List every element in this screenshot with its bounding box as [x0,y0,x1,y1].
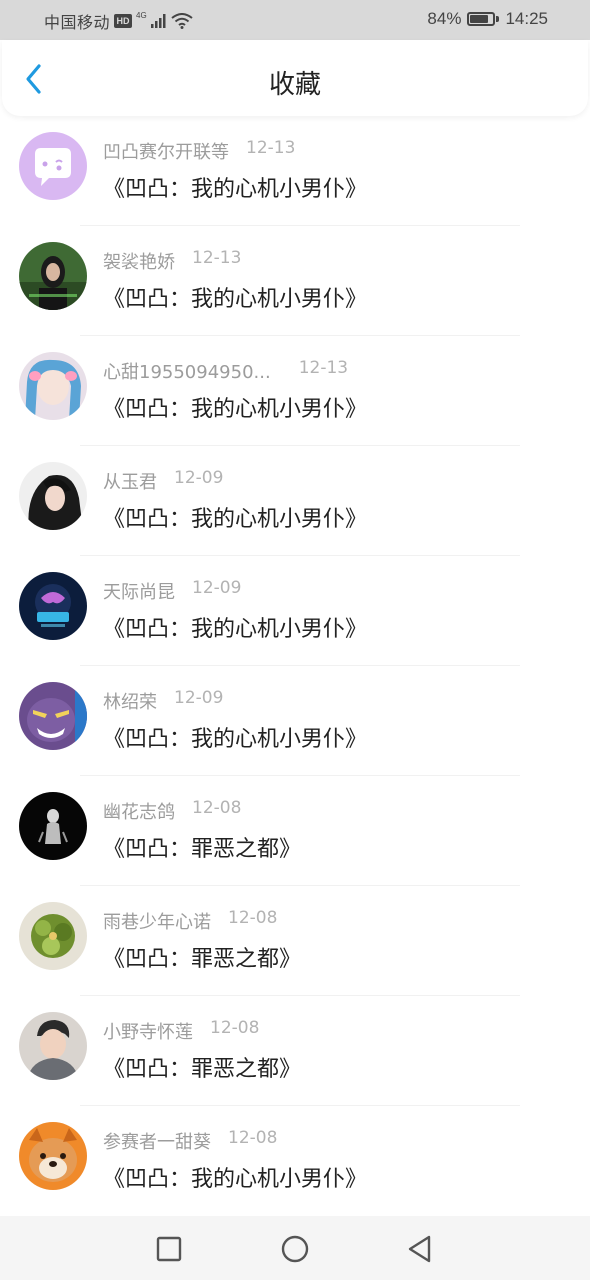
avatar[interactable] [19,1122,87,1190]
avatar[interactable] [19,462,87,530]
avatar-image [19,1122,87,1190]
author-name: 林绍荣 [103,692,157,713]
avatar-image [19,792,87,860]
author-name: 袈裟艳娇 [103,252,175,273]
item-date: 12-08 [210,1018,260,1038]
list-item[interactable]: 小野寺怀莲 12-08 《凹凸：罪恶之都》 [0,996,590,1106]
item-date: 12-08 [228,1128,278,1148]
book-title: 《凹凸：我的心机小男仆》 [103,507,368,532]
avatar-image [19,902,87,970]
wifi-icon [171,13,193,29]
item-date: 12-13 [192,248,242,268]
list-item[interactable]: 凹凸赛尔开联等 12-13 《凹凸：我的心机小男仆》 [0,116,590,226]
avatar[interactable] [19,792,87,860]
item-meta: 小野寺怀莲 12-08 [103,1018,259,1044]
avatar[interactable] [19,352,87,420]
avatar[interactable] [19,572,87,640]
author-name: 雨巷少年心诺 [103,912,211,933]
item-date: 12-09 [174,468,224,488]
avatar-image [19,242,87,310]
list-item[interactable]: 天际尚昆 12-09 《凹凸：我的心机小男仆》 [0,556,590,666]
author-name: 从玉君 [103,472,157,493]
item-meta: 参赛者一甜葵 12-08 [103,1128,277,1154]
list-item[interactable]: 袈裟艳娇 12-13 《凹凸：我的心机小男仆》 [0,226,590,336]
item-date: 12-09 [192,578,242,598]
author-name: 天际尚昆 [103,582,175,603]
item-date: 12-13 [246,138,296,158]
home-icon [281,1235,309,1263]
battery-percent: 84% [427,9,462,28]
item-meta: 幽花志鸽 12-08 [103,798,241,824]
avatar[interactable] [19,902,87,970]
list-item[interactable]: 林绍荣 12-09 《凹凸：我的心机小男仆》 [0,666,590,776]
page-title: 收藏 [268,70,321,100]
item-date: 12-08 [192,798,242,818]
clock: 14:25 [505,9,548,28]
chat-bubble-icon [19,132,87,200]
item-meta: 袈裟艳娇 12-13 [103,248,241,274]
list-item[interactable]: 雨巷少年心诺 12-08 《凹凸：罪恶之都》 [0,886,590,996]
item-meta: 雨巷少年心诺 12-08 [103,908,277,934]
author-name: 参赛者一甜葵 [103,1132,211,1153]
list-item[interactable]: 参赛者一甜葵 12-08 《凹凸：我的心机小男仆》 [0,1106,590,1216]
avatar-image [19,1012,87,1080]
list-item[interactable]: 从玉君 12-09 《凹凸：我的心机小男仆》 [0,446,590,556]
home-button[interactable] [280,1234,310,1264]
avatar[interactable] [19,1012,87,1080]
book-title: 《凹凸：罪恶之都》 [103,837,302,862]
avatar-image [19,682,87,750]
book-title: 《凹凸：我的心机小男仆》 [103,397,368,422]
avatar-image [19,352,87,420]
author-name: 幽花志鸽 [103,802,175,823]
item-date: 12-09 [174,688,224,708]
header-bar: 收藏 [2,40,588,116]
favorites-list: 凹凸赛尔开联等 12-13 《凹凸：我的心机小男仆》 袈裟艳娇 12-13 《凹… [0,116,590,1216]
book-title: 《凹凸：我的心机小男仆》 [103,1167,368,1192]
item-date: 12-08 [228,908,278,928]
item-date: 12-13 [298,358,349,378]
item-meta: 从玉君 12-09 [103,468,223,494]
back-icon [408,1235,431,1263]
signal-icon [150,14,166,28]
book-title: 《凹凸：我的心机小男仆》 [103,287,368,312]
back-nav-button[interactable] [405,1234,435,1264]
avatar-image [19,572,87,640]
author-name: 心甜1955094950... [103,362,271,383]
item-meta: 心甜1955094950... 12-13 [103,358,348,384]
author-name: 凹凸赛尔开联等 [103,142,229,163]
book-title: 《凹凸：罪恶之都》 [103,947,302,972]
avatar[interactable] [19,132,87,200]
system-nav-bar [0,1216,590,1280]
item-meta: 天际尚昆 12-09 [103,578,241,604]
avatar[interactable] [19,242,87,310]
list-item[interactable]: 心甜1955094950... 12-13 《凹凸：我的心机小男仆》 [0,336,590,446]
carrier-name: 中国移动 [44,13,111,32]
book-title: 《凹凸：罪恶之都》 [103,1057,302,1082]
recent-apps-icon [156,1236,182,1262]
book-title: 《凹凸：我的心机小男仆》 [103,727,368,752]
hd-icon: HD [114,14,133,28]
item-meta: 林绍荣 12-09 [103,688,223,714]
author-name: 小野寺怀莲 [103,1022,193,1043]
network-type: 4G [136,10,147,20]
status-bar: 中国移动 HD 4G 84% 14:25 [0,0,590,40]
recent-apps-button[interactable] [154,1234,184,1264]
book-title: 《凹凸：我的心机小男仆》 [103,617,368,642]
list-item[interactable]: 幽花志鸽 12-08 《凹凸：罪恶之都》 [0,776,590,886]
battery-icon [467,12,500,26]
avatar[interactable] [19,682,87,750]
book-title: 《凹凸：我的心机小男仆》 [103,177,368,202]
item-meta: 凹凸赛尔开联等 12-13 [103,138,295,164]
avatar-image [19,462,87,530]
